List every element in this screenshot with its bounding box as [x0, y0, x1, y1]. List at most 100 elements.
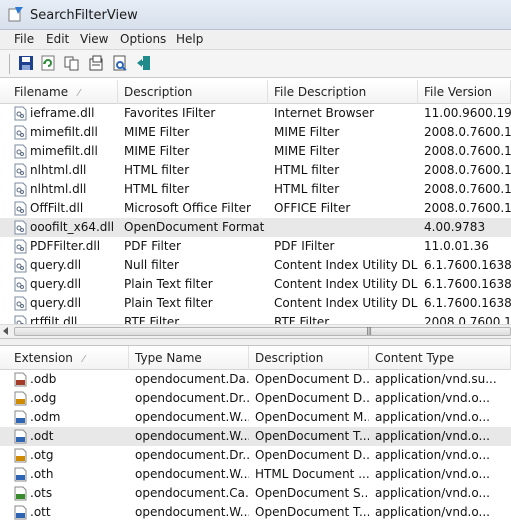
document-type-icon [14, 467, 27, 482]
cell-text: application/vnd.o... [375, 429, 490, 443]
scroll-left-icon[interactable] [3, 327, 8, 335]
table-cell: query.dll [8, 256, 118, 275]
table-row[interactable]: query.dll Null filter Content Index Utilit… [0, 256, 511, 275]
table-row[interactable]: query.dll Plain Text filter Content Index … [0, 275, 511, 294]
dll-file-icon [14, 182, 27, 197]
table-row[interactable]: query.dll Plain Text filter Content Index … [0, 294, 511, 313]
filters-table-header: Filename ⁄ Description File Description F… [0, 80, 511, 104]
table-row[interactable]: OffFilt.dll Microsoft Office Filter OFFICE… [0, 199, 511, 218]
cell-text: HTML filter [274, 163, 340, 177]
table-cell: opendocument.Ca... [129, 484, 249, 503]
cell-text: 2008.0.7600.1638 [424, 125, 511, 139]
cell-text: ooofilt_x64.dll [30, 220, 115, 234]
dll-file-icon [14, 258, 27, 273]
menu-edit[interactable]: Edit [46, 32, 69, 46]
table-cell: opendocument.Dr... [129, 446, 249, 465]
cell-text: opendocument.Dr... [135, 391, 249, 405]
cell-text: ieframe.dll [30, 106, 95, 120]
refresh-icon[interactable] [40, 55, 56, 71]
cell-text: application/vnd.o... [375, 448, 490, 462]
menu-help[interactable]: Help [176, 32, 203, 46]
table-row[interactable]: nlhtml.dll HTML filter HTML filter 2008.0.7… [0, 180, 511, 199]
cell-text: OpenDocument D... [255, 391, 369, 405]
table-cell: PDF IFilter [268, 237, 418, 256]
cell-text: nlhtml.dll [30, 163, 87, 177]
column-header-content-type[interactable]: Content Type [369, 346, 511, 370]
table-cell: .odm [8, 408, 129, 427]
column-header-extension[interactable]: Extension ⁄ [8, 346, 129, 370]
column-header-filename[interactable]: Filename ⁄ [8, 80, 118, 104]
table-cell: opendocument.W... [129, 503, 249, 522]
menu-options[interactable]: Options [120, 32, 166, 46]
cell-text: application/vnd.o... [375, 467, 490, 481]
column-header-file-description[interactable]: File Description [268, 80, 418, 104]
dll-file-icon [14, 163, 27, 178]
cell-text: HTML filter [124, 163, 190, 177]
title-bar: SearchFilterView [0, 0, 511, 30]
cell-text: query.dll [30, 258, 82, 272]
cell-text: HTML Document ... [255, 467, 369, 481]
cell-text: 2008.0.7600.1638 [424, 144, 511, 158]
menu-file[interactable]: File [14, 32, 34, 46]
table-row[interactable]: ieframe.dll Favorites IFilter Internet Bro… [0, 104, 511, 123]
cell-text: 2008.0.7600.1638 [424, 201, 511, 215]
table-row[interactable]: ooofilt_x64.dll OpenDocument Format ... 4.… [0, 218, 511, 237]
dll-file-icon [14, 239, 27, 254]
table-row[interactable]: mimefilt.dll MIME Filter MIME Filter 2008.0… [0, 123, 511, 142]
cell-text: OpenDocument T... [255, 505, 369, 519]
html-report-icon[interactable] [88, 55, 104, 71]
cell-text: .ots [30, 486, 53, 500]
table-cell: PDFFilter.dll [8, 237, 118, 256]
table-row[interactable]: .ott opendocument.W... OpenDocument T... ap… [0, 503, 511, 522]
cell-text: Plain Text filter [124, 277, 213, 291]
cell-text: application/vnd.o... [375, 410, 490, 424]
table-cell: Content Index Utility DLL [268, 256, 418, 275]
horizontal-scrollbar[interactable]: ||| [0, 324, 511, 338]
properties-icon[interactable] [112, 55, 128, 71]
table-row[interactable]: .ots opendocument.Ca... OpenDocument S... a… [0, 484, 511, 503]
column-header-description[interactable]: Description [249, 346, 369, 370]
save-icon[interactable] [18, 55, 34, 71]
table-row[interactable]: .oth opendocument.W... HTML Document ... ap… [0, 465, 511, 484]
extensions-table: Extension ⁄ Type Name Description Content… [0, 346, 511, 522]
table-cell [268, 218, 418, 237]
table-row[interactable]: PDFFilter.dll PDF Filter PDF IFilter 11.0.0… [0, 237, 511, 256]
scrollbar-thumb[interactable] [14, 327, 511, 336]
cell-text: .odm [30, 410, 61, 424]
dll-file-icon [14, 125, 27, 140]
table-cell: OFFICE Filter [268, 199, 418, 218]
table-row[interactable]: nlhtml.dll HTML filter HTML filter 2008.0.7… [0, 161, 511, 180]
cell-text: opendocument.W... [135, 429, 249, 443]
column-header-file-version[interactable]: File Version [418, 80, 511, 104]
table-row[interactable]: .odt opendocument.W... OpenDocument T... ap… [0, 427, 511, 446]
table-cell: .odt [8, 427, 129, 446]
table-row[interactable]: mimefilt.dll MIME Filter MIME Filter 2008.0… [0, 142, 511, 161]
table-cell: ooofilt_x64.dll [8, 218, 118, 237]
table-cell: application/vnd.o... [369, 408, 511, 427]
table-cell: OpenDocument D... [249, 389, 369, 408]
table-row[interactable]: .otg opendocument.Dr... OpenDocument D... a… [0, 446, 511, 465]
exit-icon[interactable] [136, 55, 152, 71]
table-cell: .oth [8, 465, 129, 484]
table-cell: 11.00.9600.19178 [418, 104, 511, 123]
column-header-type-name[interactable]: Type Name [129, 346, 249, 370]
table-cell: Content Index Utility DLL [268, 275, 418, 294]
table-row[interactable]: .odm opendocument.W... OpenDocument M... ap… [0, 408, 511, 427]
menu-view[interactable]: View [80, 32, 108, 46]
table-cell: 2008.0.7600.1638 [418, 161, 511, 180]
cell-text: .otg [30, 448, 54, 462]
cell-text: Microsoft Office Filter [124, 201, 251, 215]
copy-icon[interactable] [64, 55, 80, 71]
cell-text: opendocument.W... [135, 467, 249, 481]
pane-splitter[interactable] [0, 338, 511, 346]
column-header-description[interactable]: Description [118, 80, 268, 104]
table-cell: 4.00.9783 [418, 218, 511, 237]
toolbar [0, 50, 511, 78]
document-type-icon [14, 429, 27, 444]
cell-text: MIME Filter [274, 144, 340, 158]
table-cell: application/vnd.o... [369, 503, 511, 522]
document-type-icon [14, 486, 27, 501]
cell-text: application/vnd.su... [375, 372, 497, 386]
table-row[interactable]: .odb opendocument.Da... OpenDocument D... a… [0, 370, 511, 389]
table-row[interactable]: .odg opendocument.Dr... OpenDocument D... a… [0, 389, 511, 408]
